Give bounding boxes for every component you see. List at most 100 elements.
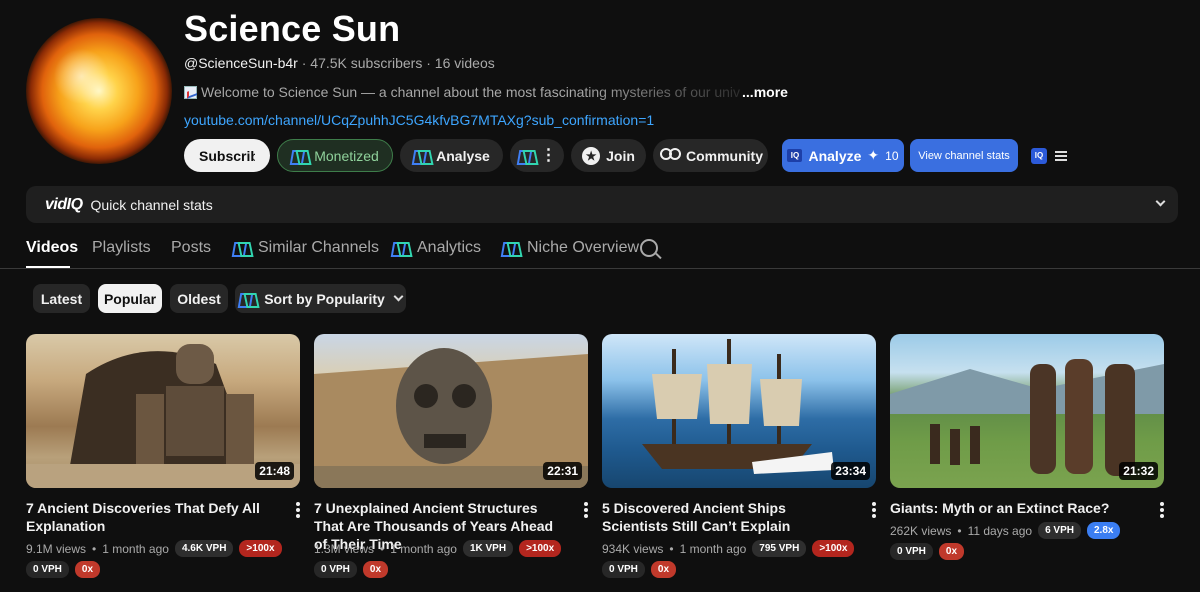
video-meta: 262K views • 11 days ago 6 VPH 2.8x: [890, 522, 1121, 539]
video-thumbnail[interactable]: 21:32: [890, 334, 1164, 488]
vidiq-icon: [291, 149, 308, 163]
video-age: 11 days ago: [967, 523, 1033, 538]
video-age: 1 month ago: [102, 541, 169, 556]
vidiq-iq-icon: IQ: [787, 149, 803, 162]
vph-badge: 1K VPH: [462, 540, 514, 557]
tab-label: Niche Overview: [527, 239, 640, 256]
channel-meta: @ScienceSun-b4r · 47.5K subscribers · 16…: [184, 55, 495, 71]
channel-handle[interactable]: @ScienceSun-b4r: [184, 55, 298, 71]
more-vert-icon[interactable]: [1160, 502, 1164, 518]
community-label: Community: [686, 147, 763, 164]
video-meta: 9.1M views • 1 month ago 4.6K VPH >100x: [26, 540, 282, 557]
vidiq-icon: [413, 149, 430, 163]
vph-badge: 795 VPH: [752, 540, 807, 557]
tab-posts[interactable]: Posts: [171, 239, 211, 257]
avatar-sun-glow: [26, 18, 172, 164]
video-meta-secondary: 0 VPH 0x: [890, 543, 965, 560]
view-count: 934K views: [602, 541, 664, 556]
menu-icon[interactable]: [1055, 151, 1067, 161]
analyse-label: Analyse: [436, 147, 490, 164]
tab-label: Analytics: [417, 239, 482, 256]
view-channel-stats-button[interactable]: View channel stats: [910, 139, 1018, 172]
video-card[interactable]: 21:32 Giants: Myth or an Extinct Race? 2…: [890, 334, 1164, 560]
subscribe-button[interactable]: Subscribe: [184, 139, 270, 172]
video-title[interactable]: Giants: Myth or an Extinct Race?: [890, 499, 1140, 517]
search-icon[interactable]: [640, 239, 658, 257]
view-count: 1.3M views: [314, 541, 375, 556]
tab-similar-channels[interactable]: Similar Channels: [233, 239, 379, 257]
vidiq-icon: [518, 149, 535, 163]
community-button[interactable]: Community: [653, 139, 768, 172]
subscriber-count: 47.5K subscribers: [310, 55, 423, 71]
community-icon: [658, 147, 681, 164]
multiplier-badge: >100x: [239, 540, 282, 557]
video-card[interactable]: 22:31 7 Unexplained Ancient Structures T…: [314, 334, 588, 578]
video-thumbnail[interactable]: 23:34: [602, 334, 876, 488]
multiplier-badge: 0x: [74, 561, 101, 578]
vph-badge: 0 VPH: [314, 561, 357, 578]
chevron-down-icon[interactable]: [1155, 196, 1166, 207]
more-vert-icon[interactable]: [872, 502, 876, 518]
video-meta: 934K views • 1 month ago 795 VPH >100x: [602, 540, 855, 557]
sparkle-icon: ✦: [867, 147, 880, 163]
channel-avatar[interactable]: [26, 18, 172, 164]
more-vert-icon[interactable]: [296, 502, 300, 518]
sort-dropdown[interactable]: Sort by Popularity: [235, 284, 406, 313]
tab-analytics[interactable]: Analytics: [392, 239, 481, 257]
vph-badge: 0 VPH: [26, 561, 69, 578]
vidiq-icon: [392, 241, 409, 255]
monetized-button[interactable]: Monetized: [277, 139, 393, 172]
vph-badge: 6 VPH: [1038, 522, 1081, 539]
analyse-button[interactable]: Analyse: [400, 139, 503, 172]
video-age: 1 month ago: [390, 541, 457, 556]
video-meta-secondary: 0 VPH 0x: [26, 561, 101, 578]
chip-oldest[interactable]: Oldest: [170, 284, 228, 313]
video-thumbnail[interactable]: 22:31: [314, 334, 588, 488]
video-duration: 21:32: [1119, 462, 1158, 480]
channel-link[interactable]: youtube.com/channel/UCqZpuhhJC5G4kfvBG7M…: [184, 112, 654, 128]
video-count: 16 videos: [434, 55, 495, 71]
video-card[interactable]: 23:34 5 Discovered Ancient Ships Scienti…: [602, 334, 876, 578]
chart-emoji-icon: [184, 85, 197, 99]
quick-stats-bar[interactable]: vidIQ Quick channel stats: [26, 186, 1178, 223]
video-duration: 22:31: [543, 462, 582, 480]
join-label: Join: [606, 147, 635, 164]
analyze-button[interactable]: IQ Analyze ✦ 10: [782, 139, 904, 172]
chip-popular[interactable]: Popular: [98, 284, 162, 313]
video-title[interactable]: 5 Discovered Ancient Ships Scientists St…: [602, 499, 852, 535]
multiplier-badge: 2.8x: [1086, 522, 1121, 539]
more-vert-icon[interactable]: [584, 502, 588, 518]
video-meta: 1.3M views • 1 month ago 1K VPH >100x: [314, 540, 562, 557]
video-age: 1 month ago: [679, 541, 747, 556]
analyze-label: Analyze: [808, 147, 862, 164]
multiplier-badge: 0x: [650, 561, 677, 578]
more-link[interactable]: ...more: [742, 84, 788, 100]
vidiq-icon: [502, 241, 519, 255]
meta-separator: ·: [426, 55, 431, 71]
sort-label: Sort by Popularity: [264, 290, 385, 307]
tab-niche-overview[interactable]: Niche Overview: [502, 239, 639, 257]
vidiq-icon: [239, 292, 256, 306]
meta-separator: ·: [301, 55, 307, 71]
video-thumbnail[interactable]: 21:48: [26, 334, 300, 488]
video-duration: 21:48: [255, 462, 294, 480]
multiplier-badge: >100x: [519, 540, 562, 557]
tab-playlists[interactable]: Playlists: [92, 239, 151, 257]
analyze-count: 10: [885, 148, 899, 163]
tab-videos[interactable]: Videos: [26, 239, 78, 257]
vph-badge: 4.6K VPH: [174, 540, 234, 557]
channel-title: Science Sun: [184, 8, 401, 49]
video-card[interactable]: 21:48 7 Ancient Discoveries That Defy Al…: [26, 334, 300, 578]
multiplier-badge: >100x: [812, 540, 855, 557]
chip-latest[interactable]: Latest: [33, 284, 90, 313]
vidiq-menu-button[interactable]: ⋮: [510, 139, 564, 172]
video-title[interactable]: 7 Ancient Discoveries That Defy All Expl…: [26, 499, 276, 535]
vidiq-iq-icon[interactable]: IQ: [1031, 148, 1047, 164]
join-button[interactable]: ★ Join: [571, 139, 646, 172]
vph-badge: 0 VPH: [602, 561, 645, 578]
channel-description[interactable]: Welcome to Science Sun — a channel about…: [184, 84, 788, 100]
vidiq-logo: vidIQ: [45, 195, 83, 213]
video-duration: 23:34: [831, 462, 870, 480]
multiplier-badge: 0x: [938, 543, 965, 560]
chevron-down-icon: [393, 291, 404, 302]
